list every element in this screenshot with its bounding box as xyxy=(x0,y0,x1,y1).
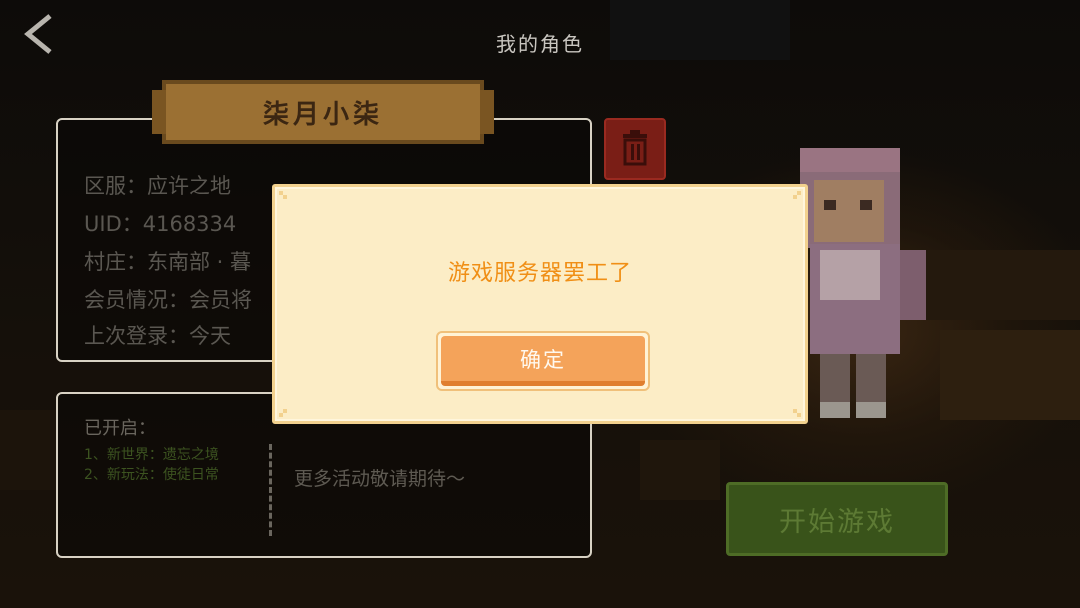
delete-character-button[interactable] xyxy=(604,118,666,180)
corner-ornament-icon xyxy=(793,191,801,199)
trash-icon xyxy=(623,130,647,166)
activities-more-text: 更多活动敬请期待～ xyxy=(294,468,466,490)
character-name-banner: 柒月小柒 xyxy=(152,80,494,144)
corner-ornament-icon xyxy=(279,191,287,199)
dialog-message: 游戏服务器罢工了 xyxy=(447,261,632,286)
server-error-dialog: 游戏服务器罢工了 确定 xyxy=(272,184,808,424)
info-line-server: 区服：应许之地 xyxy=(84,174,231,198)
activity-item: 1、新世界：遗忘之境 xyxy=(84,447,219,463)
activity-item: 2、新玩法：使徒日常 xyxy=(84,467,219,483)
confirm-label: 确定 xyxy=(520,347,566,372)
info-line-village: 村庄：东南部 · 暮 xyxy=(84,250,252,274)
activities-divider xyxy=(269,444,272,536)
start-game-button[interactable]: 开始游戏 xyxy=(726,482,948,556)
confirm-button[interactable]: 确定 xyxy=(436,331,650,391)
page-title: 我的角色 xyxy=(496,32,584,56)
info-line-last-login: 上次登录：今天 xyxy=(84,324,231,348)
info-line-uid: UID：4168334 xyxy=(84,212,237,236)
activities-heading: 已开启： xyxy=(84,418,156,439)
corner-ornament-icon xyxy=(279,409,287,417)
start-game-label: 开始游戏 xyxy=(779,506,895,538)
info-line-membership: 会员情况：会员将 xyxy=(84,288,252,312)
character-name: 柒月小柒 xyxy=(262,99,383,130)
confirm-button-face: 确定 xyxy=(441,336,645,386)
corner-ornament-icon xyxy=(793,409,801,417)
